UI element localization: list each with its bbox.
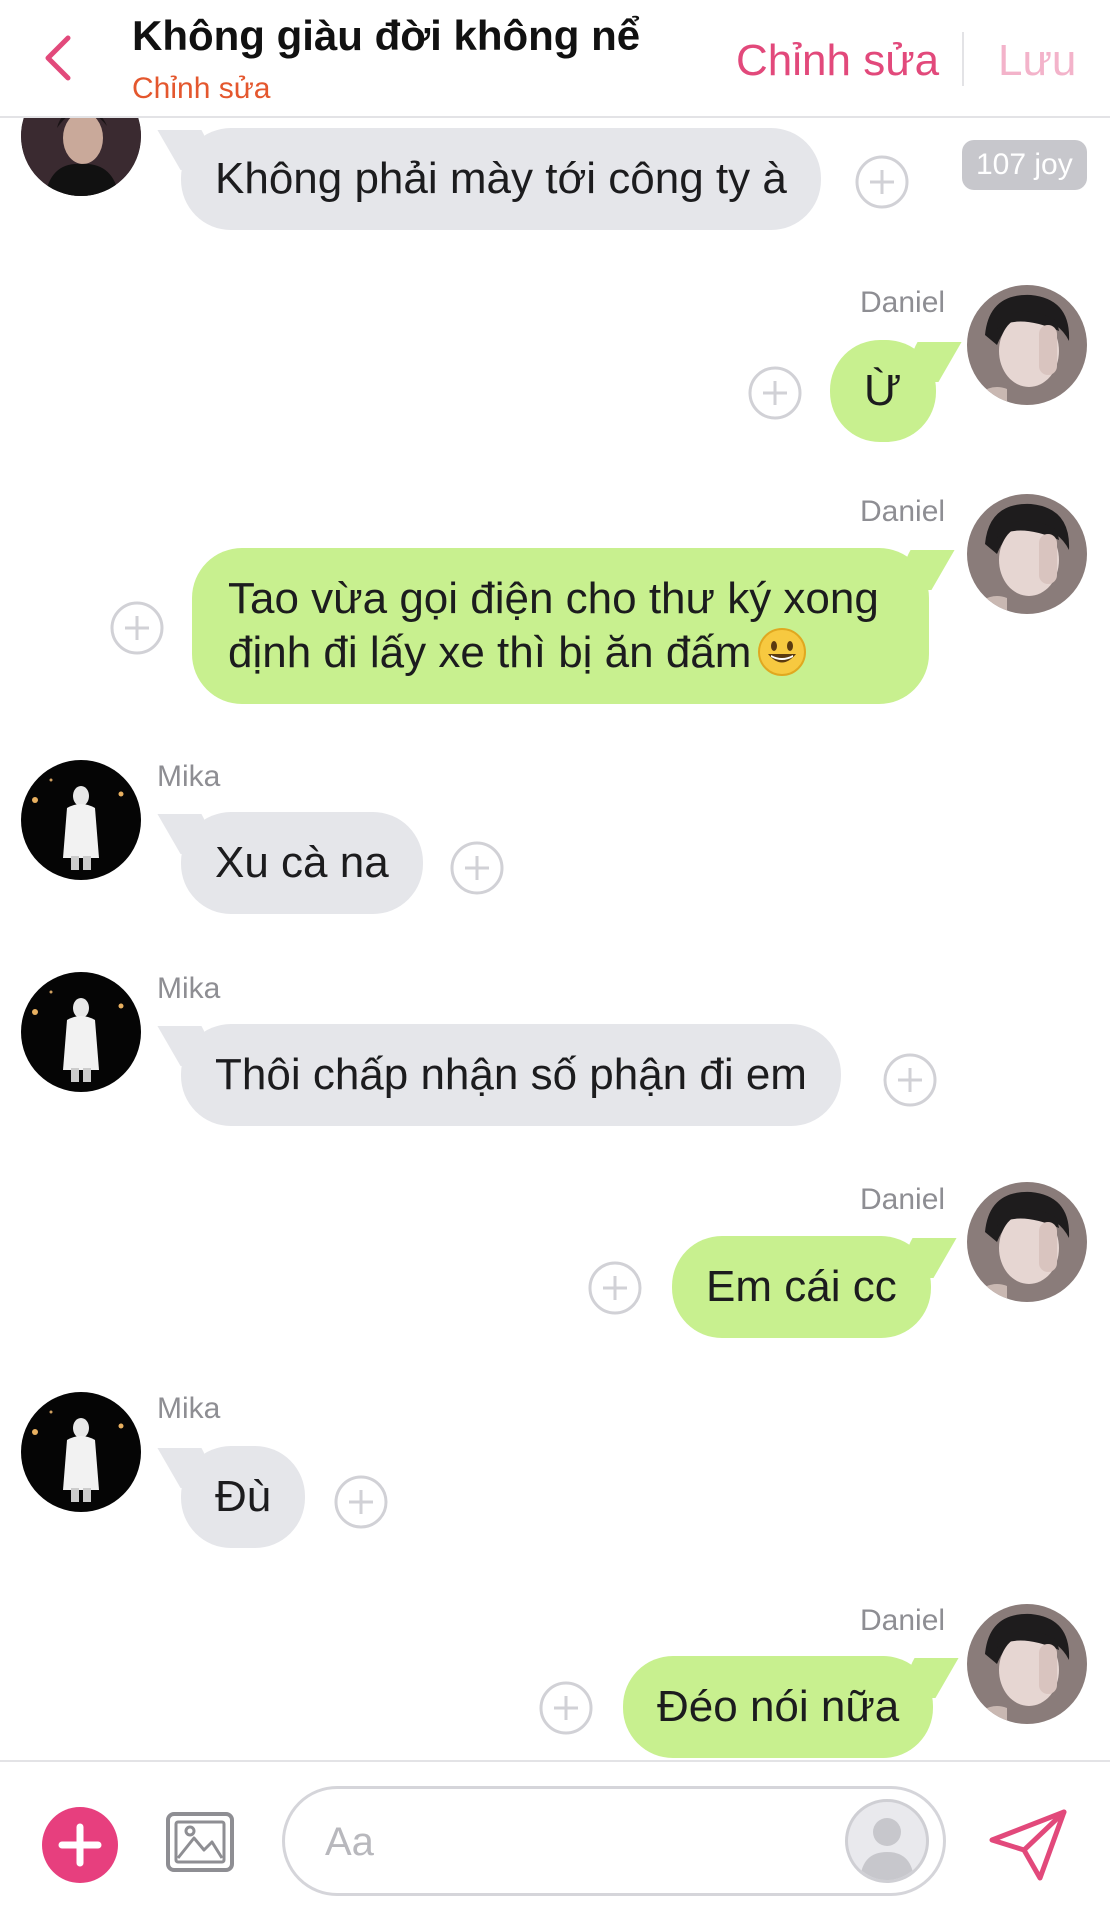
plus-icon [58, 1823, 102, 1867]
add-reaction-icon[interactable] [882, 1052, 938, 1108]
add-reaction-icon[interactable] [747, 365, 803, 421]
message-input[interactable] [325, 1809, 805, 1875]
header-divider [962, 32, 964, 86]
avatar[interactable] [21, 1392, 141, 1512]
avatar[interactable] [967, 1604, 1087, 1724]
add-reaction-icon[interactable] [538, 1680, 594, 1736]
message-bubble[interactable]: Ừ [830, 340, 936, 442]
message-line: Tao vừa gọi điện cho thư ký xong [228, 574, 879, 623]
sender-name: Mika [157, 972, 221, 1005]
add-reaction-icon[interactable] [109, 600, 165, 656]
joy-count-badge: 107 joy [962, 140, 1087, 190]
chat-thread: Không phải mày tới công ty à 107 joy Dan… [0, 0, 1110, 1760]
avatar[interactable] [21, 972, 141, 1092]
message-bubble[interactable]: Tao vừa gọi điện cho thư ký xong định đi… [192, 548, 929, 704]
sender-name: Mika [157, 760, 221, 793]
add-attachment-button[interactable] [42, 1807, 118, 1883]
grinning-face-emoji [758, 628, 807, 676]
sender-name: Mika [157, 1392, 221, 1425]
avatar[interactable] [967, 1182, 1087, 1302]
avatar[interactable] [967, 494, 1087, 614]
add-reaction-icon[interactable] [333, 1474, 389, 1530]
sender-name: Daniel [860, 1604, 946, 1637]
sender-name: Daniel [860, 286, 946, 319]
message-composer [0, 1760, 1110, 1920]
message-input-container [282, 1786, 946, 1896]
add-reaction-icon[interactable] [854, 154, 910, 210]
message-bubble[interactable]: Đù [181, 1446, 306, 1548]
sticker-button[interactable] [845, 1799, 929, 1883]
top-bar: Không giàu đời không nể Chỉnh sửa Chỉnh … [0, 0, 1110, 118]
edit-button[interactable]: Chỉnh sửa [736, 36, 939, 86]
add-reaction-icon[interactable] [449, 840, 505, 896]
sender-name: Daniel [860, 1183, 946, 1216]
sender-name: Daniel [860, 495, 946, 528]
avatar[interactable] [21, 760, 141, 880]
sticker-avatar-icon [860, 1818, 914, 1880]
message-bubble[interactable]: Em cái cc [672, 1236, 931, 1338]
message-bubble[interactable]: Đéo nói nữa [623, 1656, 934, 1758]
message-bubble[interactable]: Xu cà na [181, 812, 423, 914]
add-reaction-icon[interactable] [587, 1260, 643, 1316]
image-icon[interactable] [162, 1804, 238, 1880]
message-bubble[interactable]: Không phải mày tới công ty à [181, 128, 821, 230]
send-icon[interactable] [984, 1804, 1072, 1884]
save-button[interactable]: Lưu [998, 36, 1076, 86]
back-chevron-icon[interactable] [38, 30, 78, 86]
avatar[interactable] [967, 285, 1087, 405]
message-bubble[interactable]: Thôi chấp nhận số phận đi em [181, 1024, 841, 1126]
message-line: định đi lấy xe thì bị ăn đấm [228, 626, 893, 680]
page-subtitle: Chỉnh sửa [132, 72, 271, 105]
page-title: Không giàu đời không nể [132, 12, 641, 59]
